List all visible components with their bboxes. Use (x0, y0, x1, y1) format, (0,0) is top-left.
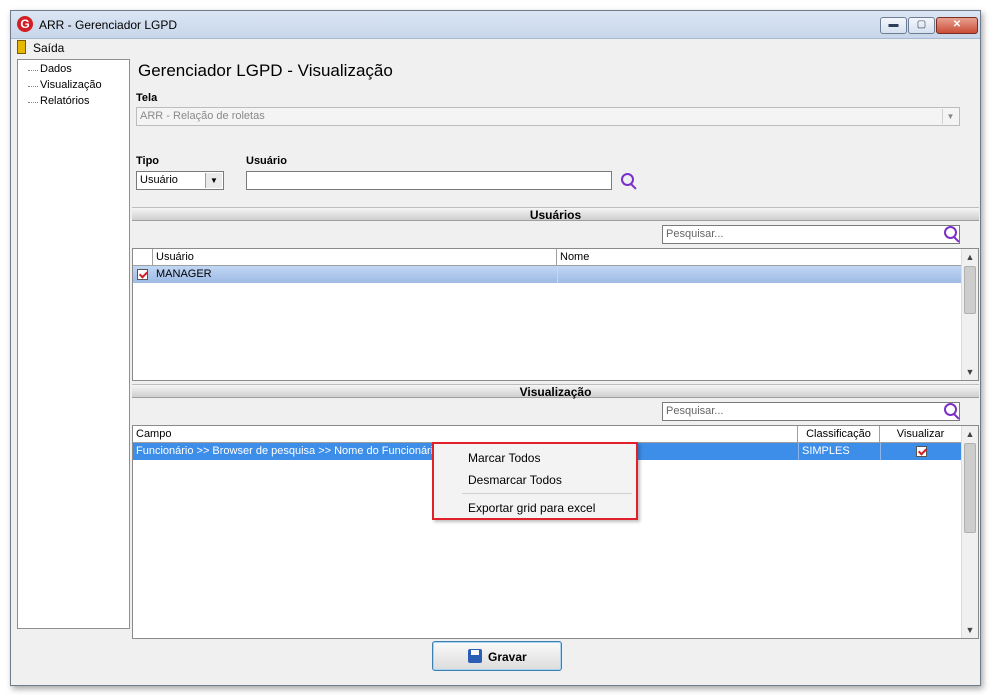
tree-item-relatorios[interactable]: Relatórios (40, 95, 90, 107)
usuarios-grid: Usuário Nome MANAGER ▲ ▼ (132, 248, 979, 381)
window-title: ARR - Gerenciador LGPD (39, 18, 178, 32)
title-bar[interactable]: G ARR - Gerenciador LGPD ▬ ▢ ✕ (11, 11, 980, 39)
exit-menu-item[interactable]: Saída (33, 41, 64, 55)
visualizacao-search-input[interactable]: Pesquisar... (662, 402, 960, 421)
app-window: G ARR - Gerenciador LGPD ▬ ▢ ✕ Saída Dad… (10, 10, 981, 686)
usuario-input[interactable] (246, 171, 612, 190)
scroll-down-icon[interactable]: ▼ (962, 364, 978, 380)
column-header-classificacao[interactable]: Classificação (798, 426, 880, 442)
context-menu-item-exportar-excel[interactable]: Exportar grid para excel (468, 501, 595, 515)
tree-item-dados[interactable]: Dados (40, 63, 72, 75)
context-menu-separator (462, 493, 632, 494)
app-logo-icon: G (17, 16, 33, 32)
tipo-select-value: Usuário (140, 174, 178, 186)
tree-item-visualizacao[interactable]: Visualização (40, 79, 102, 91)
chevron-down-icon[interactable]: ▼ (942, 109, 958, 124)
maximize-button[interactable]: ▢ (908, 17, 935, 34)
tela-select[interactable]: ARR - Relação de roletas ▼ (136, 107, 960, 126)
search-icon[interactable] (942, 225, 960, 243)
usuarios-section-header: Usuários (132, 207, 979, 222)
menu-bar: Saída (11, 39, 980, 57)
search-icon[interactable] (619, 172, 637, 190)
grid-header: Usuário Nome (133, 249, 962, 266)
usuario-label: Usuário (246, 155, 287, 167)
close-button[interactable]: ✕ (936, 17, 978, 34)
visualizar-checkbox[interactable] (916, 446, 927, 457)
scroll-thumb[interactable] (964, 266, 976, 314)
navigation-tree: Dados Visualização Relatórios (17, 59, 130, 629)
scroll-thumb[interactable] (964, 443, 976, 533)
visualizacao-scrollbar[interactable]: ▲ ▼ (961, 426, 978, 638)
usuarios-scrollbar[interactable]: ▲ ▼ (961, 249, 978, 380)
exit-door-icon[interactable] (17, 40, 26, 54)
tipo-select[interactable]: Usuário ▼ (136, 171, 224, 190)
row-checkbox[interactable] (137, 269, 148, 280)
table-cell-usuario: MANAGER (156, 268, 212, 280)
context-menu-item-desmarcar-todos[interactable]: Desmarcar Todos (468, 473, 562, 487)
table-row[interactable]: MANAGER (133, 266, 962, 283)
context-menu-item-marcar-todos[interactable]: Marcar Todos (468, 451, 540, 465)
grid-header-check (133, 249, 153, 265)
column-header-nome[interactable]: Nome (557, 249, 962, 265)
bottom-bar: Gravar (11, 631, 980, 685)
tree-connector (28, 70, 38, 71)
chevron-down-icon[interactable]: ▼ (205, 173, 222, 188)
table-cell-classificacao: SIMPLES (798, 443, 880, 460)
visualizacao-section-header: Visualização (132, 384, 979, 399)
scroll-up-icon[interactable]: ▲ (962, 426, 978, 442)
table-cell-nome (557, 266, 962, 283)
search-icon[interactable] (942, 402, 960, 420)
context-menu: Marcar Todos Desmarcar Todos Exportar gr… (432, 442, 638, 520)
page-title: Gerenciador LGPD - Visualização (138, 61, 393, 80)
tela-select-value: ARR - Relação de roletas (140, 110, 265, 122)
gravar-button-label: Gravar (488, 650, 527, 664)
tipo-label: Tipo (136, 155, 160, 167)
usuarios-search-input[interactable]: Pesquisar... (662, 225, 960, 244)
tela-label: Tela (136, 92, 158, 104)
column-header-usuario[interactable]: Usuário (153, 249, 557, 265)
tree-connector (28, 102, 38, 103)
minimize-button[interactable]: ▬ (880, 17, 907, 34)
scroll-up-icon[interactable]: ▲ (962, 249, 978, 265)
column-header-campo[interactable]: Campo (133, 426, 798, 442)
table-cell-visualizar (880, 443, 962, 460)
save-disk-icon (468, 649, 482, 663)
main-panel: Gerenciador LGPD - Visualização Tela ARR… (132, 59, 979, 639)
gravar-button[interactable]: Gravar (432, 641, 562, 671)
grid-header: Campo Classificação Visualizar (133, 426, 962, 443)
column-header-visualizar[interactable]: Visualizar (880, 426, 962, 442)
tree-connector (28, 86, 38, 87)
